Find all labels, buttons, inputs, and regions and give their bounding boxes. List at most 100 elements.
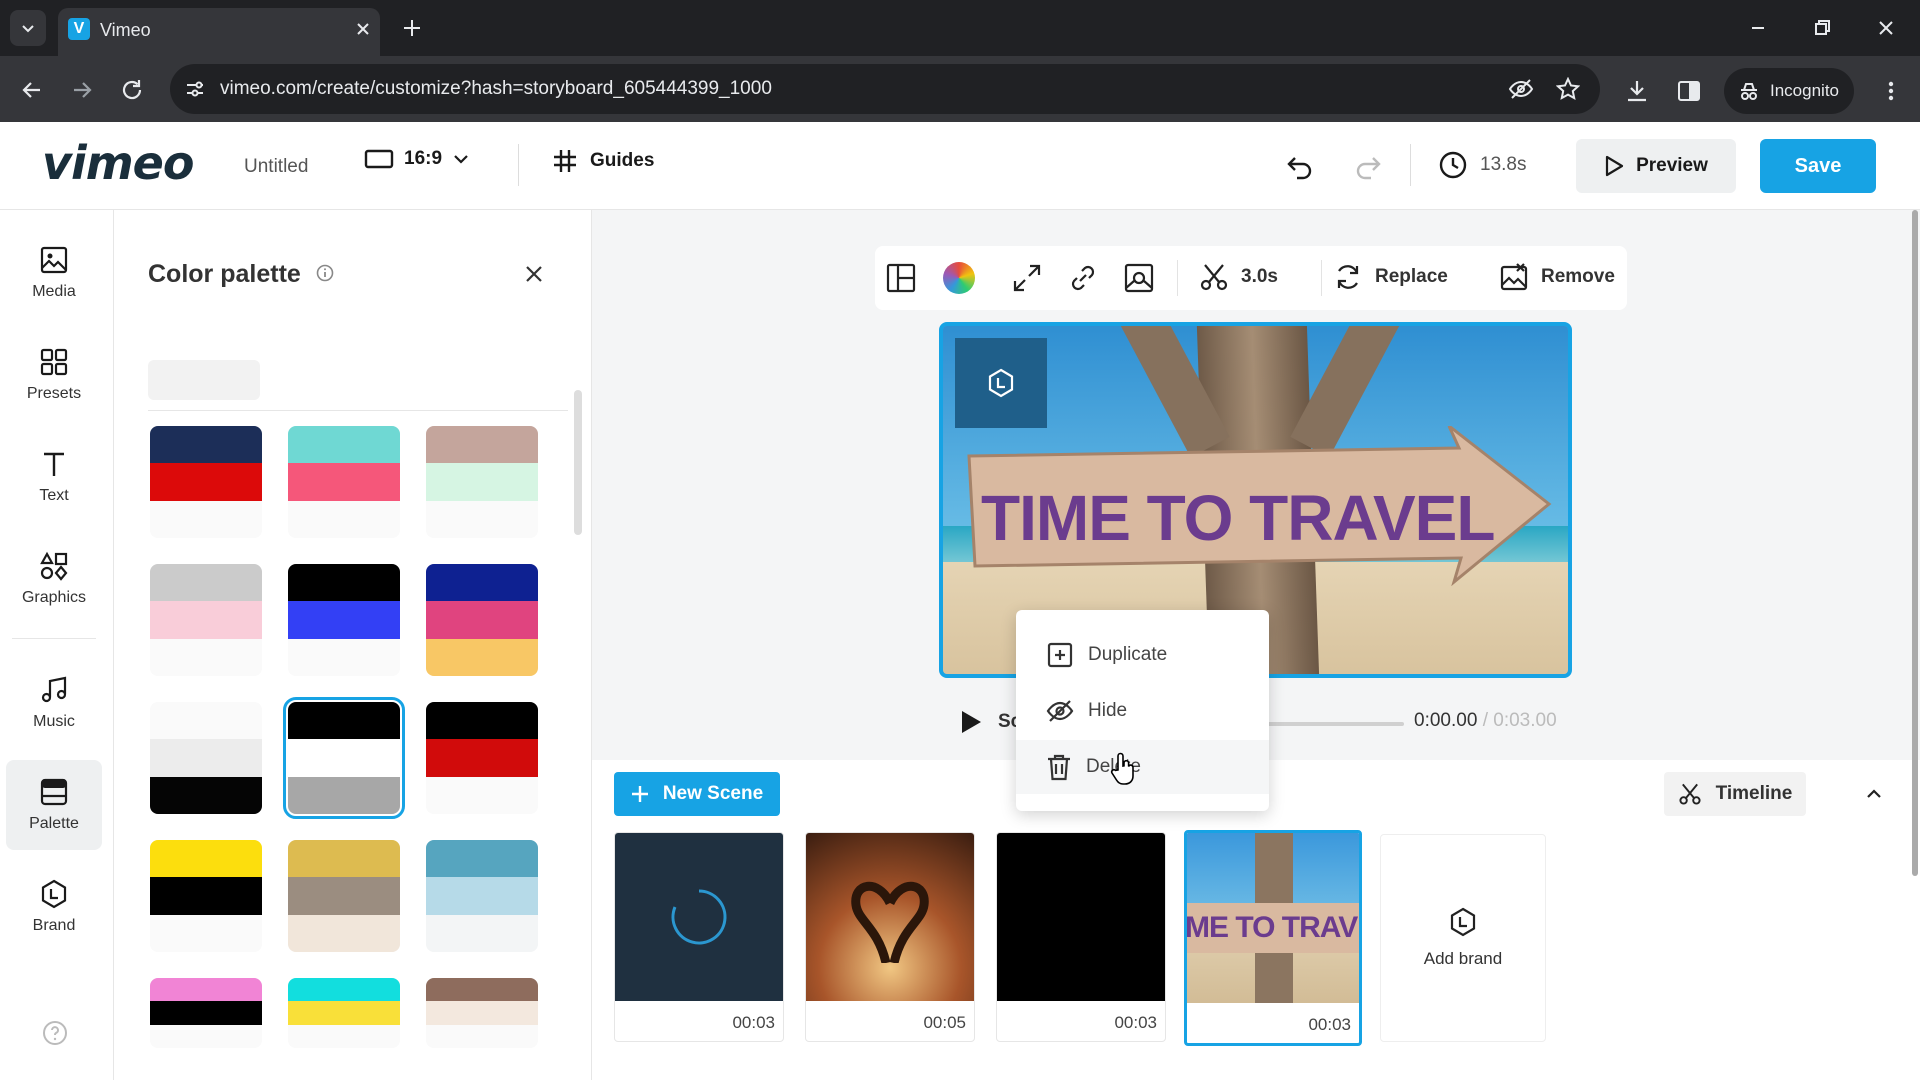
scene-duration: 00:05	[923, 1013, 966, 1032]
palette-swatch[interactable]	[288, 978, 400, 1048]
rail-label: Presets	[26, 385, 82, 402]
palette-swatch-partial[interactable]	[148, 360, 260, 400]
side-panel-button[interactable]	[1674, 76, 1704, 106]
rail-item-music[interactable]: Music	[6, 658, 102, 748]
palette-swatch[interactable]	[288, 564, 400, 676]
site-settings-icon[interactable]	[184, 78, 206, 100]
fit-button[interactable]	[1011, 262, 1043, 294]
vimeo-logo[interactable]: vimeo	[42, 136, 194, 190]
palette-swatch[interactable]	[150, 978, 262, 1048]
rail-item-brand[interactable]: Brand	[6, 862, 102, 952]
palette-swatch[interactable]	[426, 978, 538, 1048]
palette-swatch[interactable]	[150, 564, 262, 676]
brand-icon	[988, 368, 1014, 398]
text-icon	[44, 452, 64, 476]
project-title[interactable]: Untitled	[244, 156, 308, 178]
menu-item-duplicate[interactable]: Duplicate	[1016, 628, 1269, 682]
palette-color-band	[150, 914, 262, 952]
rail-divider	[12, 638, 96, 639]
back-button[interactable]	[16, 74, 48, 106]
link-button[interactable]	[1067, 262, 1099, 294]
heart-hands-silhouette	[851, 881, 929, 963]
forward-button[interactable]	[66, 74, 98, 106]
collapse-scenes-button[interactable]	[1862, 782, 1886, 806]
scissors-icon	[1200, 264, 1228, 291]
rail-item-media[interactable]: Media	[6, 228, 102, 318]
reload-button[interactable]	[116, 74, 148, 106]
close-panel-button[interactable]	[520, 260, 548, 288]
save-button[interactable]: Save	[1760, 139, 1876, 193]
rail-item-presets[interactable]: Presets	[6, 330, 102, 420]
trim-duration-label: 3.0s	[1241, 266, 1278, 287]
save-label: Save	[1794, 154, 1842, 177]
panel-scrollbar[interactable]	[574, 390, 582, 535]
new-tab-button[interactable]	[398, 14, 426, 42]
tab-close-icon[interactable]	[350, 16, 376, 42]
eye-off-icon[interactable]	[1508, 77, 1534, 101]
url-text[interactable]: vimeo.com/create/customize?hash=storyboa…	[220, 78, 772, 100]
rail-item-palette[interactable]: Palette	[6, 760, 102, 850]
palette-swatch[interactable]	[283, 697, 405, 819]
minimize-button[interactable]	[1744, 14, 1772, 42]
palette-swatch[interactable]	[426, 840, 538, 952]
timeline-button[interactable]: Timeline	[1664, 772, 1806, 816]
close-window-button[interactable]	[1872, 14, 1900, 42]
aspect-ratio-dropdown[interactable]: 16:9	[364, 148, 470, 170]
restore-button[interactable]	[1808, 14, 1836, 42]
menu-item-hide[interactable]: Hide	[1016, 684, 1269, 738]
focus-button[interactable]	[1123, 262, 1155, 294]
palette-swatch[interactable]	[426, 702, 538, 814]
palette-swatch[interactable]	[288, 840, 400, 952]
scene-card-selected[interactable]: ME TO TRAVEL 00:03	[1184, 830, 1362, 1046]
menu-item-label: Duplicate	[1088, 644, 1168, 665]
layout-button[interactable]	[885, 262, 917, 294]
scene-card[interactable]: 00:03	[996, 832, 1166, 1042]
replace-button[interactable]: Replace	[1333, 262, 1448, 292]
preview-button[interactable]: Preview	[1576, 139, 1736, 193]
arrow-right-icon	[74, 82, 92, 98]
palette-swatch[interactable]	[426, 426, 538, 538]
color-button[interactable]	[943, 262, 975, 294]
brand-placeholder[interactable]	[955, 338, 1047, 428]
rail-item-text[interactable]: Text	[6, 432, 102, 522]
tool-rail: Media Presets Text Graphics Music Palett…	[0, 210, 114, 1080]
chevron-down-icon	[454, 155, 468, 164]
info-icon[interactable]	[316, 264, 334, 282]
palette-color-band	[288, 1001, 400, 1025]
palette-swatch[interactable]	[150, 840, 262, 952]
guides-button[interactable]: Guides	[552, 148, 654, 174]
palette-swatch[interactable]	[426, 564, 538, 676]
palette-color-band	[150, 739, 262, 777]
panel-title: Color palette	[148, 260, 301, 288]
help-button[interactable]	[42, 1020, 68, 1046]
redo-button[interactable]	[1352, 150, 1384, 182]
address-bar[interactable]: vimeo.com/create/customize?hash=storyboa…	[170, 64, 1600, 114]
palette-swatch[interactable]	[288, 426, 400, 538]
trim-button[interactable]: 3.0s	[1199, 262, 1278, 292]
scene-card[interactable]: 00:05	[805, 832, 975, 1042]
palette-swatch[interactable]	[150, 702, 262, 814]
palette-swatch[interactable]	[150, 426, 262, 538]
new-scene-button[interactable]: New Scene	[614, 772, 780, 816]
scrubber-track[interactable]	[1266, 722, 1404, 726]
star-icon[interactable]	[1556, 77, 1580, 101]
menu-item-delete[interactable]: Delete	[1016, 740, 1269, 794]
tab-search-button[interactable]	[10, 10, 46, 46]
downloads-button[interactable]	[1622, 76, 1652, 106]
play-button[interactable]	[960, 710, 982, 734]
page-scrollbar[interactable]	[1912, 210, 1918, 876]
remove-button[interactable]: Remove	[1499, 262, 1615, 292]
browser-menu-button[interactable]	[1876, 76, 1906, 106]
chevron-up-icon	[1867, 789, 1881, 798]
rail-item-graphics[interactable]: Graphics	[6, 534, 102, 624]
undo-button[interactable]	[1284, 150, 1316, 182]
palette-color-band	[150, 776, 262, 814]
browser-tab[interactable]: V Vimeo	[58, 8, 380, 56]
palette-color-band	[426, 702, 538, 740]
side-panel-icon	[1678, 81, 1700, 101]
scene-card[interactable]: 00:03	[614, 832, 784, 1042]
header-divider	[518, 144, 519, 186]
add-brand-card[interactable]: Add brand	[1380, 834, 1546, 1042]
palette-color-band	[288, 978, 400, 1002]
incognito-badge[interactable]: Incognito	[1724, 68, 1854, 114]
